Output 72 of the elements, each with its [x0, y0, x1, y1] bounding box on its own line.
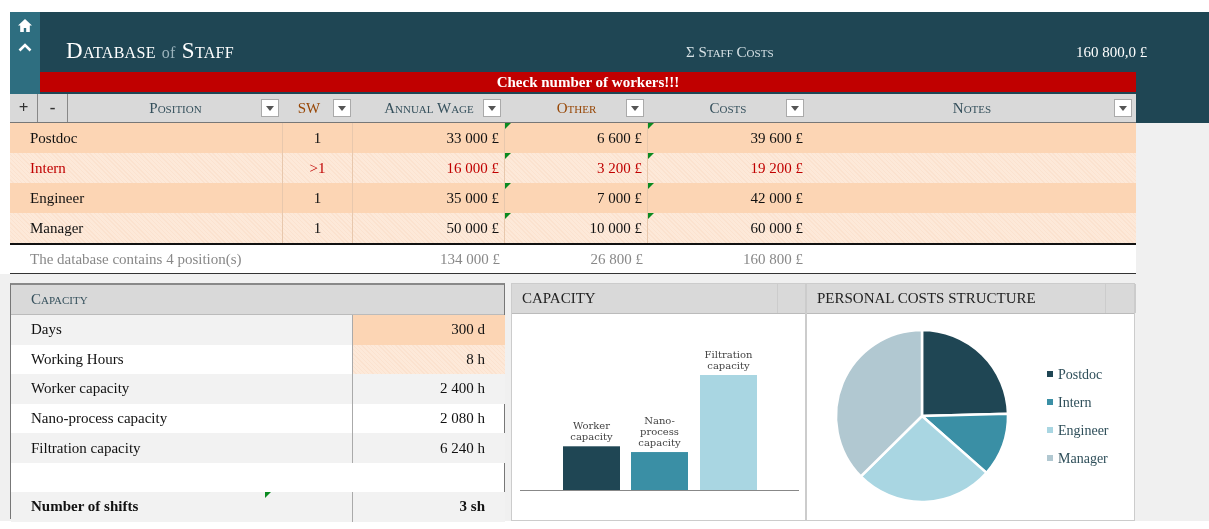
table-cell: 6 600 £: [597, 129, 642, 147]
bar-label: Worker capacity: [570, 420, 613, 443]
table-cell: Manager: [10, 213, 283, 243]
total-cell-text: 26 800 £: [589, 249, 644, 269]
caret-icon: [266, 105, 274, 111]
bar: [563, 446, 620, 490]
bar-label: Nano-process capacity: [638, 415, 681, 449]
table-cell: 50 000 £: [353, 213, 505, 243]
warning-banner: Check number of workers!!!: [40, 72, 1136, 92]
caret-icon: [1119, 105, 1127, 111]
legend-label: Postdoc: [1058, 367, 1103, 382]
row-label: Filtration capacity: [31, 439, 141, 457]
chart-title: CAPACITY: [512, 284, 778, 313]
panel-title: Capacity: [31, 291, 88, 308]
row-label: Worker capacity: [31, 380, 130, 398]
summary-text: The database contains 4 position(s): [29, 249, 243, 269]
column-header: Position: [149, 99, 202, 117]
legend-swatch: [1047, 371, 1053, 377]
caret-icon: [631, 105, 639, 111]
legend-label: Manager: [1058, 451, 1108, 466]
home-icon[interactable]: [17, 18, 33, 33]
legend-swatch: [1047, 427, 1053, 433]
staff-costs-value: 160 800,0 £: [1076, 44, 1148, 62]
legend-label: Engineer: [1058, 423, 1109, 438]
table-cell: 39 600 £: [750, 129, 803, 147]
legend-label: Intern: [1058, 395, 1092, 410]
caret-icon: [338, 105, 346, 111]
window-title: Database of Staff: [66, 38, 235, 64]
column-header: Notes: [952, 99, 992, 117]
row-value: 6 240 h: [440, 439, 485, 457]
row-value: 300 d: [451, 321, 485, 339]
column-header: Costs: [709, 99, 747, 117]
table-cell: 3 200 £: [597, 159, 642, 177]
table-cell: 10 000 £: [589, 219, 642, 237]
row-label: Days: [31, 321, 62, 339]
error-indicator-icon: [648, 153, 654, 159]
table-cell: 7 000 £: [597, 189, 642, 207]
legend-swatch: [1047, 455, 1053, 461]
column-header: Other: [556, 99, 597, 117]
row-value: 2 400 h: [440, 380, 485, 398]
row-value: 8 h: [466, 350, 485, 368]
filter-dropdown-button[interactable]: [786, 99, 804, 117]
error-indicator-icon: [648, 183, 654, 189]
caret-icon: [791, 105, 799, 111]
table-cell: 1: [283, 213, 353, 243]
row-label: Nano-process capacity: [31, 410, 168, 428]
error-indicator-icon: [648, 123, 654, 129]
legend-swatch: [1047, 399, 1053, 405]
staff-costs-label: Σ Staff Costs: [686, 44, 775, 62]
error-indicator-icon: [648, 213, 654, 219]
collapse-chevron-icon[interactable]: [18, 43, 32, 52]
total-cell-text: 160 800 £: [742, 249, 804, 269]
error-indicator-icon: [265, 491, 271, 498]
filter-dropdown-button[interactable]: [483, 99, 501, 117]
filter-dropdown-button[interactable]: [333, 99, 351, 117]
caret-icon: [488, 105, 496, 111]
row-label: Working Hours: [31, 350, 124, 368]
row-value: 2 080 h: [440, 410, 485, 428]
filter-dropdown-button[interactable]: [626, 99, 644, 117]
bar-label: Filtration capacity: [704, 349, 753, 371]
total-cell-text: 134 000 £: [439, 249, 501, 269]
filter-dropdown-button[interactable]: [261, 99, 279, 117]
table-cell: 60 000 £: [750, 219, 803, 237]
column-header: Annual Wage: [384, 99, 474, 117]
row-label: Number of shifts: [31, 498, 139, 516]
filter-dropdown-button[interactable]: [1114, 99, 1132, 117]
column-header: SW: [297, 99, 321, 117]
row-value: 3 sh: [459, 498, 485, 516]
table-cell: 19 200 £: [750, 159, 803, 177]
table-cell: 42 000 £: [750, 189, 803, 207]
bar: [631, 452, 688, 490]
chart-title: PERSONAL COSTS STRUCTURE: [807, 284, 1106, 313]
